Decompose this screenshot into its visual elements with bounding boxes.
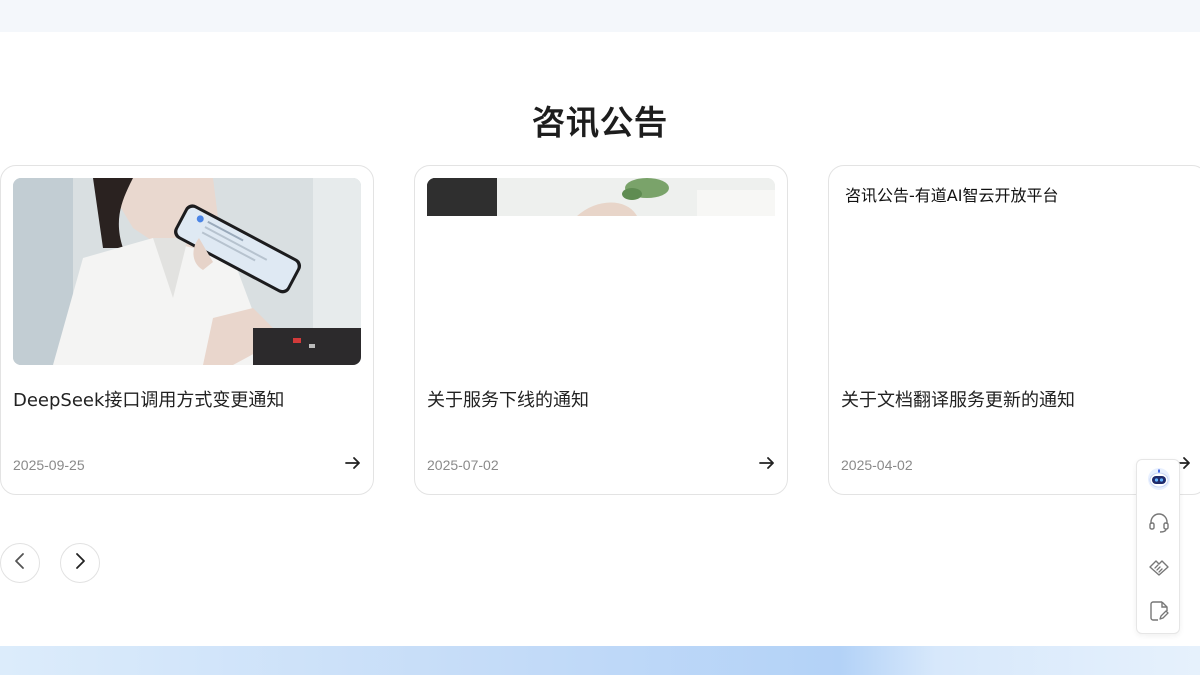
- edit-document-icon: [1147, 599, 1171, 628]
- news-card[interactable]: 咨讯公告-有道AI智云开放平台 关于文档翻译服务更新的通知 2025-04-02: [828, 165, 1200, 495]
- office-desk-photo-partial: [427, 178, 775, 216]
- arrow-right-icon[interactable]: [345, 455, 361, 471]
- card-date: 2025-07-02: [427, 457, 499, 473]
- news-card[interactable]: DeepSeek接口调用方式变更通知 2025-09-25: [0, 165, 374, 495]
- customer-service-button[interactable]: [1147, 511, 1171, 540]
- feedback-button[interactable]: [1147, 599, 1171, 628]
- ai-assistant-button[interactable]: [1147, 467, 1171, 496]
- card-title[interactable]: 关于文档翻译服务更新的通知: [841, 386, 1075, 412]
- card-date: 2025-09-25: [13, 457, 85, 473]
- section-title: 咨讯公告: [532, 103, 668, 142]
- card-title[interactable]: 关于服务下线的通知: [427, 386, 589, 412]
- headset-icon: [1147, 511, 1171, 540]
- card-date: 2025-04-02: [841, 457, 913, 473]
- partnership-button[interactable]: [1147, 557, 1171, 581]
- carousel-prev-button[interactable]: [0, 543, 40, 583]
- arrow-right-icon[interactable]: [759, 455, 775, 471]
- top-band: [0, 0, 1200, 32]
- card-image: [13, 178, 361, 365]
- side-toolbar: [1136, 459, 1180, 634]
- card-image: [427, 178, 775, 216]
- robot-assistant-icon: [1147, 467, 1171, 496]
- chevron-left-icon: [13, 552, 27, 575]
- image-alt-text: 咨讯公告-有道AI智云开放平台: [845, 186, 1059, 205]
- chevron-right-icon: [73, 552, 87, 575]
- woman-holding-phone-photo: [13, 178, 361, 365]
- carousel-next-button[interactable]: [60, 543, 100, 583]
- news-card[interactable]: 关于服务下线的通知 2025-07-02: [414, 165, 788, 495]
- handshake-icon: [1147, 555, 1171, 584]
- bottom-banner: [0, 646, 1200, 675]
- card-title[interactable]: DeepSeek接口调用方式变更通知: [13, 386, 284, 412]
